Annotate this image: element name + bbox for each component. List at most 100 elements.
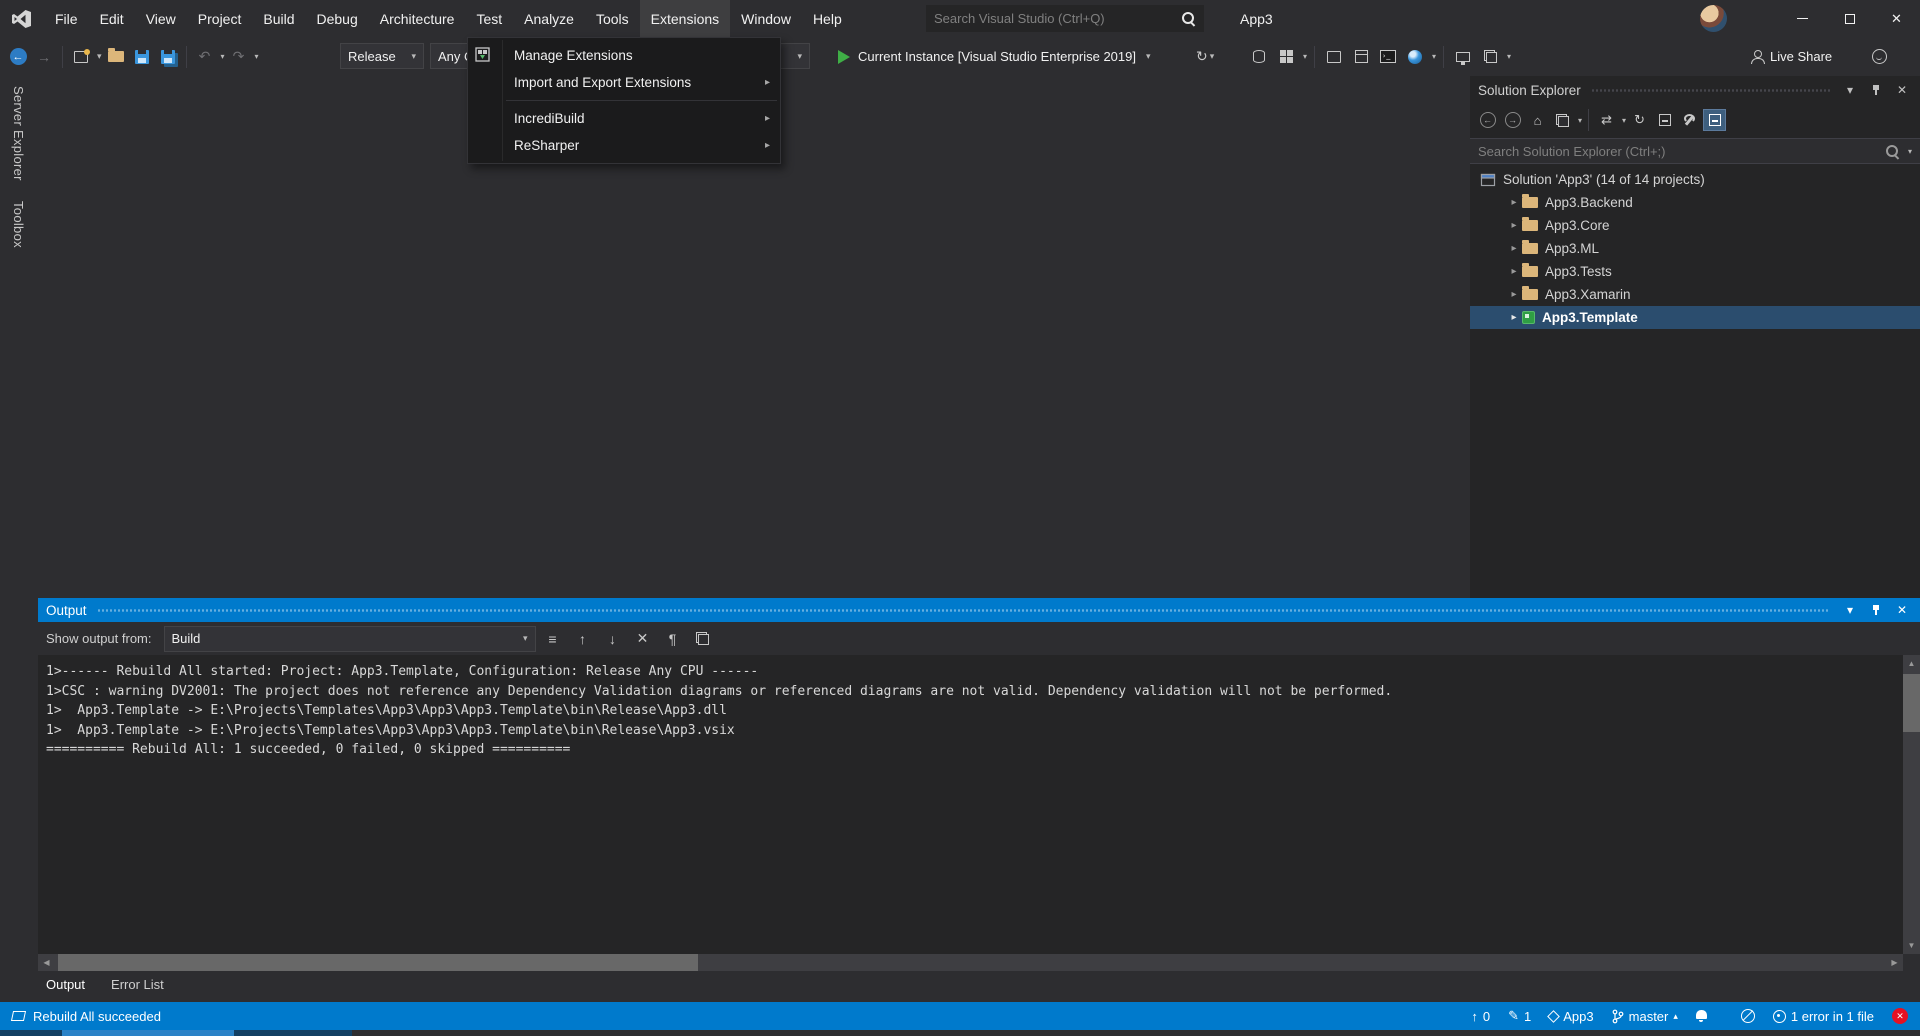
sql-object-explorer-button[interactable] (1247, 45, 1271, 69)
data-sources-button[interactable] (1274, 45, 1298, 69)
repository-button[interactable]: App3 (1549, 1009, 1593, 1024)
switch-views-dropdown-icon[interactable]: ▾ (1578, 116, 1582, 125)
scroll-down-icon[interactable]: ▼ (1903, 937, 1920, 954)
outgoing-commits-button[interactable]: ↑ 0 (1471, 1009, 1490, 1024)
se-home-button[interactable]: ⌂ (1526, 109, 1549, 131)
close-panel-icon[interactable]: ✕ (1892, 600, 1912, 620)
package-manager-button[interactable] (1349, 45, 1373, 69)
new-project-button[interactable] (69, 45, 93, 69)
menu-project[interactable]: Project (187, 0, 253, 37)
window-layout-dropdown-icon[interactable]: ▾ (1507, 52, 1511, 61)
se-back-button[interactable]: ← (1476, 109, 1499, 131)
browser-link-dropdown-icon[interactable]: ▾ (1432, 52, 1436, 61)
tab-error-list[interactable]: Error List (111, 977, 164, 992)
solution-explorer-search-box[interactable]: ▾ (1470, 138, 1920, 164)
browser-link-button[interactable] (1403, 45, 1427, 69)
navigate-forward-button[interactable]: → (32, 45, 56, 69)
expander-icon[interactable]: ▸ (1506, 197, 1522, 208)
menu-item-import-export-extensions[interactable]: Import and Export Extensions ▸ (468, 69, 780, 96)
drag-grip[interactable] (1591, 88, 1830, 93)
horizontal-scrollbar-thumb[interactable] (58, 954, 698, 971)
run-target-dropdown-icon[interactable]: ▾ (1146, 51, 1151, 62)
expander-icon[interactable]: ▸ (1506, 289, 1522, 300)
quick-search-box[interactable] (926, 5, 1204, 32)
send-feedback-button[interactable] (1872, 37, 1887, 76)
live-share-button[interactable]: Live Share (1750, 37, 1832, 76)
window-position-dropdown-icon[interactable]: ▾ (1840, 600, 1860, 620)
toggle-word-wrap-button[interactable]: ¶ (660, 627, 686, 651)
menu-extensions[interactable]: Extensions (640, 0, 730, 37)
menu-architecture[interactable]: Architecture (369, 0, 466, 37)
tree-row-project[interactable]: ▸ App3.ML (1470, 237, 1920, 260)
menu-item-resharper[interactable]: ReSharper ▸ (468, 132, 780, 159)
menu-edit[interactable]: Edit (89, 0, 135, 37)
device-preview-button[interactable] (1451, 45, 1475, 69)
notifications-button[interactable] (1696, 1010, 1707, 1022)
expander-icon[interactable]: ▸ (1506, 243, 1522, 254)
error-summary-button[interactable]: 1 error in 1 file (1773, 1009, 1874, 1024)
command-window-button[interactable]: ›_ (1376, 45, 1400, 69)
go-to-previous-message-button[interactable]: ↑ (570, 627, 596, 651)
scroll-right-icon[interactable]: ▶ (1886, 954, 1903, 971)
branch-button[interactable]: master ▴ (1612, 1009, 1678, 1024)
go-to-next-message-button[interactable]: ↓ (600, 627, 626, 651)
menu-build[interactable]: Build (252, 0, 305, 37)
refresh-button[interactable]: ↻ (1628, 109, 1651, 131)
expander-icon[interactable]: ▸ (1506, 220, 1522, 231)
scroll-left-icon[interactable]: ◀ (38, 954, 55, 971)
tree-row-project[interactable]: ▸ App3.Backend (1470, 191, 1920, 214)
menu-file[interactable]: File (44, 0, 89, 37)
sync-status-button[interactable] (1741, 1009, 1755, 1023)
refresh-button[interactable]: ↻ ▾ (1196, 37, 1214, 76)
se-forward-button[interactable]: → (1501, 109, 1524, 131)
redo-button[interactable]: ↷ (227, 45, 251, 69)
data-sources-dropdown-icon[interactable]: ▾ (1303, 52, 1307, 61)
output-log[interactable]: 1>------ Rebuild All started: Project: A… (38, 655, 1903, 954)
search-icon[interactable] (1181, 11, 1196, 26)
tree-row-project[interactable]: ▸ App3.Core (1470, 214, 1920, 237)
search-options-dropdown-icon[interactable]: ▾ (1908, 147, 1912, 156)
output-header[interactable]: Output ▾ ✕ (38, 598, 1920, 622)
menu-item-manage-extensions[interactable]: Manage Extensions (468, 42, 780, 69)
auto-hide-pin-icon[interactable] (1866, 80, 1886, 100)
menu-window[interactable]: Window (730, 0, 802, 37)
open-file-button[interactable] (104, 45, 128, 69)
save-button[interactable] (130, 45, 154, 69)
redo-dropdown-icon[interactable]: ▾ (255, 52, 259, 61)
tree-row-solution[interactable]: Solution 'App3' (14 of 14 projects) (1470, 168, 1920, 191)
expander-icon[interactable]: ▸ (1506, 312, 1522, 323)
new-project-dropdown-icon[interactable]: ▾ (97, 51, 102, 62)
scroll-up-icon[interactable]: ▲ (1903, 655, 1920, 672)
menu-debug[interactable]: Debug (306, 0, 369, 37)
properties-button[interactable] (1678, 109, 1701, 131)
tab-output[interactable]: Output (46, 977, 85, 992)
start-debugging-button[interactable]: Current Instance [Visual Studio Enterpri… (838, 37, 1151, 76)
window-position-dropdown-icon[interactable]: ▾ (1840, 80, 1860, 100)
solution-explorer-search-input[interactable] (1478, 144, 1879, 159)
minimize-button[interactable] (1779, 0, 1826, 37)
menu-help[interactable]: Help (802, 0, 853, 37)
error-badge-icon[interactable]: ✕ (1892, 1008, 1908, 1024)
drag-grip[interactable] (97, 608, 1830, 613)
auto-hide-pin-icon[interactable] (1866, 600, 1886, 620)
collapse-all-button[interactable] (1653, 109, 1676, 131)
server-explorer-tab[interactable]: Server Explorer (11, 86, 26, 181)
tree-row-project[interactable]: ▸ App3.Tests (1470, 260, 1920, 283)
solution-explorer-header[interactable]: Solution Explorer ▾ ✕ (1470, 76, 1920, 104)
configuration-dropdown[interactable]: Release ▾ (340, 43, 424, 69)
filter-dropdown-icon[interactable]: ▾ (1622, 116, 1626, 125)
menu-test[interactable]: Test (465, 0, 513, 37)
search-input[interactable] (934, 11, 1181, 26)
preview-selected-items-button[interactable] (1703, 109, 1726, 131)
window-layout-button[interactable] (1478, 45, 1502, 69)
tree-row-project-selected[interactable]: ▸ App3.Template (1470, 306, 1920, 329)
toolbox-tab[interactable]: Toolbox (11, 201, 26, 248)
expander-icon[interactable]: ▸ (1506, 266, 1522, 277)
maximize-button[interactable] (1826, 0, 1873, 37)
horizontal-scrollbar[interactable]: ◀ ▶ (38, 954, 1903, 971)
navigate-back-button[interactable]: ← (6, 45, 30, 69)
output-source-dropdown[interactable]: Build ▾ (164, 626, 536, 652)
menu-item-incredibuild[interactable]: IncrediBuild ▸ (468, 105, 780, 132)
vertical-scrollbar-thumb[interactable] (1903, 674, 1920, 732)
close-button[interactable]: ✕ (1873, 0, 1920, 37)
